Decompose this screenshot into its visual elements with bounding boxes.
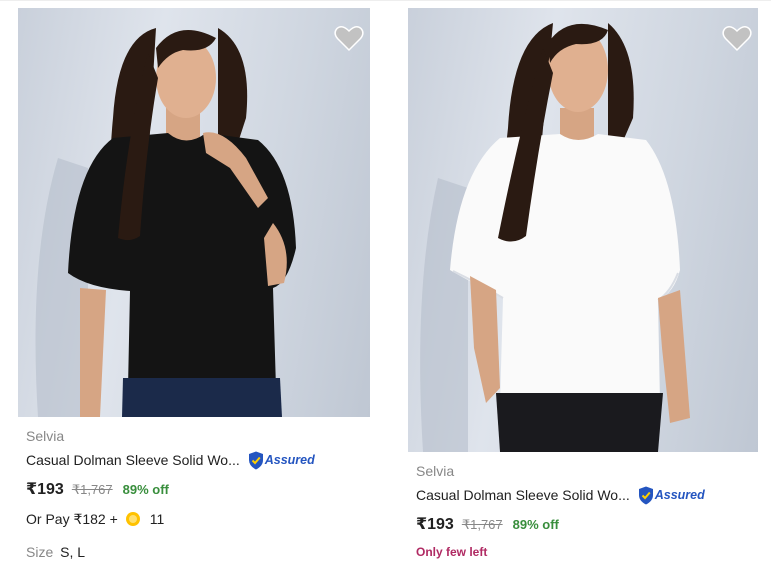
product-image[interactable] — [408, 8, 758, 452]
discount-label: 89% off — [512, 517, 559, 532]
stock-status: Only few left — [416, 545, 488, 559]
product-photo — [420, 23, 690, 452]
size-values: S, L — [60, 544, 86, 560]
selling-price: ₹193 — [26, 481, 64, 498]
assured-label: Assured — [654, 488, 705, 502]
heart-icon — [722, 25, 752, 52]
shield-icon — [638, 486, 653, 504]
assured-label: Assured — [264, 453, 315, 467]
selling-price: ₹193 — [416, 516, 454, 533]
assured-badge: Assured — [638, 486, 705, 505]
product-card[interactable]: Selvia Casual Dolman Sleeve Solid Wo... … — [408, 8, 758, 559]
shield-icon — [248, 451, 263, 469]
product-photo — [35, 28, 296, 417]
original-price: ₹1,767 — [71, 482, 113, 497]
wishlist-button[interactable] — [334, 24, 364, 52]
coin-icon — [125, 512, 140, 526]
product-card[interactable]: Selvia Casual Dolman Sleeve Solid Wo... … — [18, 8, 370, 560]
size-label: Size — [26, 544, 54, 560]
brand-name: Selvia — [416, 463, 455, 479]
brand-name: Selvia — [26, 428, 65, 444]
original-price: ₹1,767 — [461, 517, 503, 532]
assured-badge: Assured — [248, 451, 315, 470]
product-title[interactable]: Casual Dolman Sleeve Solid Wo... — [416, 487, 630, 503]
wishlist-button[interactable] — [722, 24, 752, 52]
coin-count: 11 — [149, 511, 165, 527]
discount-label: 89% off — [122, 482, 169, 497]
product-title[interactable]: Casual Dolman Sleeve Solid Wo... — [26, 452, 240, 468]
size-info: Size S, L — [26, 544, 370, 560]
product-image[interactable] — [18, 8, 370, 417]
top-divider — [0, 0, 771, 1]
heart-icon — [334, 25, 364, 52]
pay-with-coins-text: Or Pay ₹182 + — [26, 510, 118, 527]
